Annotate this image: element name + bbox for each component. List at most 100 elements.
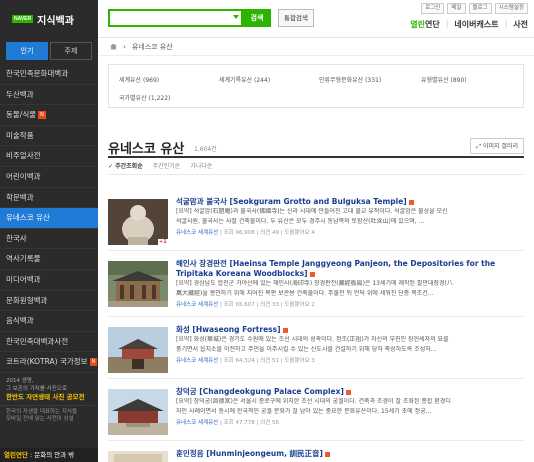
sort-weekly-popular[interactable]: 주간인기순 [153,158,181,174]
top-bar: 검색 통합검색 로그인 메일 블로그 시스템설정 열린연단 | 네이버캐스트 |… [98,0,534,38]
chevron-down-icon[interactable] [233,15,239,19]
entry-title[interactable]: 석굴암과 불국사 [Seokguram Grotto and Bulguksa … [176,197,522,207]
nav-open-b: 연단 [424,20,440,29]
category-by-type[interactable]: 유형별유산 (890) [421,75,467,84]
brand[interactable]: NAVER 지식백과 [0,0,98,38]
search-button[interactable]: 검색 [243,9,271,27]
sidebar-item[interactable]: 학문백과 [0,188,98,209]
promo-highlight: 한반도 자연생태 사진 공모전 [6,392,85,401]
entry-title[interactable]: 창덕궁 [Changdeokgung Palace Complex] [176,387,522,397]
sidebar-item-label: 문화원형백과 [6,295,48,305]
entry-source[interactable]: 유네스코 세계유산 [176,358,218,364]
new-window-icon[interactable] [345,389,351,395]
new-window-icon[interactable] [324,451,330,457]
entry-helpful[interactable]: 도움됐어요 3 [284,358,315,364]
entry-thumbnail[interactable] [108,261,168,307]
entry-helpful[interactable]: 도움됐어요 2 [284,302,315,308]
sidebar-item[interactable]: 한국민족문화대백과 [0,64,98,85]
sidebar-item-label: 동물/식물 [6,110,37,120]
entry-title[interactable]: 화성 [Hwaseong Fortress] [176,325,522,335]
promo-line: 2014 생명, [6,377,34,384]
category-box: 세계유산 (969) 세계기록유산 (244) 인류무형문화유산 (331) 유… [108,64,524,108]
sort-weekly-views[interactable]: ✓ 주간조회순 [108,158,143,174]
sidebar-item-label: 음식백과 [6,316,34,326]
category-world-heritage[interactable]: 세계유산 (969) [119,75,159,84]
entry-desc-line: [요약] 화성(華城)은 경기도 수원에 있는 조선 시대의 성곽이다. 정조(… [176,336,449,343]
naver-logo[interactable]: NAVER [12,15,34,23]
sidebar-item-label: 코트라(KOTRA) 국가정보 [6,357,88,367]
category-intangible[interactable]: 인류무형문화유산 (331) [319,75,381,84]
category-by-country[interactable]: 국가별유산 (1,222) [119,93,170,102]
entry-thumbnail[interactable] [108,327,168,373]
nav-navercast[interactable]: 네이버캐스트 [454,19,498,30]
promo-line: 그 보존의 가치를 사진으로 [6,385,67,392]
sidebar-list: 한국민족문화대백과 두산백과 동물/식물 N 미술작품 비주얼사전 어린이백과 학… [0,64,98,373]
sort-alphabetical[interactable]: 가나다순 [190,158,212,174]
sidebar-item[interactable]: 역사기록물 [0,249,98,270]
login-link[interactable]: 로그인 [421,3,445,14]
promo-small-line: 모바일 전에 읽는 사전이 상설 [6,416,74,423]
search-input[interactable] [108,9,243,27]
list-item: 해인사 장경판전 [Haeinsa Temple Janggyeong Panj… [108,257,524,317]
entry-desc-line: 자인 사례이면서 동시에 한국적인 궁궐 문화가 잘 남아 있는 중요한 문화유… [176,407,432,415]
entry-desc-line: [요약] 경상남도 합천군 가야산에 있는 해인사(海印寺) 장경판전(藏經板殿… [176,280,453,287]
sidebar-item[interactable]: 한국사 [0,229,98,250]
sidebar-item[interactable]: 어린이백과 [0,167,98,188]
tab-popular[interactable]: 인기 [6,42,48,60]
breadcrumb-current[interactable]: 유네스코 유산 [132,38,173,56]
sidebar-item[interactable]: 미디어백과 [0,270,98,291]
app-root: NAVER 지식백과 인기 주제 한국민족문화대백과 두산백과 동물/식물 N 미… [0,0,534,462]
image-gallery-button[interactable]: ⤢ 이미지 갤러리 [470,138,524,154]
entry-desc-line: [요약] 창덕궁(昌德宮)은 서울시 종로구에 위치한 조선 시대의 궁궐이다.… [176,398,451,405]
entry-title[interactable]: 해인사 장경판전 [Haeinsa Temple Janggyeong Panj… [176,259,522,279]
new-window-icon[interactable] [309,271,315,277]
nav-open-lecture[interactable]: 열린연단 [410,19,439,30]
sidebar-item-label: 비주얼사전 [6,151,41,161]
settings-link[interactable]: 시스템설정 [494,3,528,14]
entry-source[interactable]: 유네스코 세계유산 [176,302,218,308]
nav-dictionary[interactable]: 사전 [513,19,528,30]
breadcrumb-separator: › [123,42,126,51]
temple-building-image [108,261,168,307]
entry-comments[interactable]: 의견 33 [260,302,279,308]
new-window-icon[interactable] [282,327,288,333]
list-item: +1 석굴암과 불국사 [Seokguram Grotto and Bulguk… [108,195,524,251]
entry-source[interactable]: 유네스코 세계유산 [176,420,218,426]
sidebar-item-label: 학문백과 [6,192,34,202]
entry-source[interactable]: 유네스코 세계유산 [176,230,218,236]
sidebar-footer-banner[interactable]: 열린연단 : 문화의 안과 밖 [0,448,98,462]
main-content: 검색 통합검색 로그인 메일 블로그 시스템설정 열린연단 | 네이버캐스트 |… [98,0,534,462]
sidebar-promo-small[interactable]: 한국의 자생을 대표하는 지식을 모바일 전에 읽는 사전이 상설 [0,404,98,427]
tab-topic[interactable]: 주제 [50,42,92,60]
sidebar-item[interactable]: 비주얼사전 [0,146,98,167]
entry-comments[interactable]: 의견 51 [260,358,279,364]
sidebar-item[interactable]: 동물/식물 N [0,105,98,126]
sidebar-item[interactable]: 미술작품 [0,126,98,147]
entry-comments[interactable]: 의견 49 [260,230,279,236]
entry-comments[interactable]: 의견 56 [260,420,279,426]
entry-thumbnail[interactable]: +1 [108,199,168,245]
entry-thumbnail[interactable] [108,451,168,462]
entry-body: 석굴암과 불국사 [Seokguram Grotto and Bulguksa … [176,197,522,236]
sort-bar: ✓ 주간조회순 주간인기순 가나다순 [108,158,524,175]
sidebar-item-active[interactable]: 유네스코 유산 [0,208,98,229]
entry-desc-line: 萬大藏經)을 봉안하기 위해 지어진 목판 보관용 건축물이다. 주불전 뒤 언… [176,289,434,297]
mail-link[interactable]: 메일 [447,3,466,14]
sidebar-item[interactable]: 코트라(KOTRA) 국가정보 N [0,352,98,373]
breadcrumb: › 유네스코 유산 [98,38,534,56]
entry-thumbnail[interactable] [108,389,168,435]
home-icon[interactable] [110,43,117,50]
entry-title[interactable]: 훈민정음 [Hunminjeongeum, 訓民正音] [176,449,522,459]
brand-title[interactable]: 지식백과 [37,12,74,27]
new-window-icon[interactable] [408,199,414,205]
sidebar-item[interactable]: 음식백과 [0,311,98,332]
combined-search-button[interactable]: 통합검색 [278,9,314,27]
entry-helpful[interactable]: 도움됐어요 4 [284,230,315,236]
sidebar-promo[interactable]: 2014 생명, 그 보존의 가치를 사진으로 한반도 자연생태 사진 공모전 [0,373,98,405]
sidebar-item[interactable]: 두산백과 [0,85,98,106]
blog-link[interactable]: 블로그 [468,3,492,14]
sidebar-item-label: 한국사 [6,233,27,243]
sidebar-item[interactable]: 한국민족대백과사전 [0,332,98,353]
sidebar-item[interactable]: 문화원형백과 [0,291,98,312]
category-memory-of-world[interactable]: 세계기록유산 (244) [219,75,270,84]
